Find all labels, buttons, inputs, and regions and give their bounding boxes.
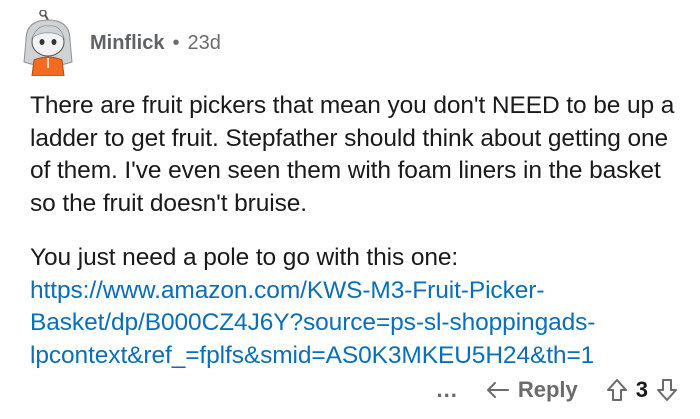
author-row: Minflick • 23d <box>90 32 221 55</box>
avatar[interactable] <box>18 9 78 77</box>
comment-body: There are fruit pickers that mean you do… <box>30 90 690 372</box>
amazon-link[interactable]: https://www.amazon.com/KWS-M3-Fruit-Pick… <box>30 277 595 369</box>
reply-button[interactable]: Reply <box>486 377 578 403</box>
comment: Minflick • 23d There are fruit pickers t… <box>0 0 700 419</box>
downvote-arrow-icon[interactable] <box>656 378 678 402</box>
author-name[interactable]: Minflick <box>90 32 164 55</box>
comment-age: 23d <box>187 31 221 54</box>
reply-arrow-icon <box>486 382 509 398</box>
reply-label: Reply <box>517 377 578 402</box>
comment-header: Minflick • 23d <box>18 9 221 77</box>
vote-score: 3 <box>635 377 648 402</box>
vote-controls: 3 <box>606 377 678 403</box>
more-icon[interactable]: ... <box>436 377 457 403</box>
comment-paragraph-2-text: You just need a pole to go with this one… <box>30 244 459 271</box>
snoo-avatar-icon <box>23 9 73 77</box>
comment-paragraph-2: You just need a pole to go with this one… <box>30 242 690 372</box>
comment-actions: ... Reply 3 <box>436 368 678 412</box>
separator-dot: • <box>172 31 180 54</box>
comment-paragraph-1: There are fruit pickers that mean you do… <box>30 92 675 217</box>
upvote-arrow-icon[interactable] <box>606 378 628 402</box>
